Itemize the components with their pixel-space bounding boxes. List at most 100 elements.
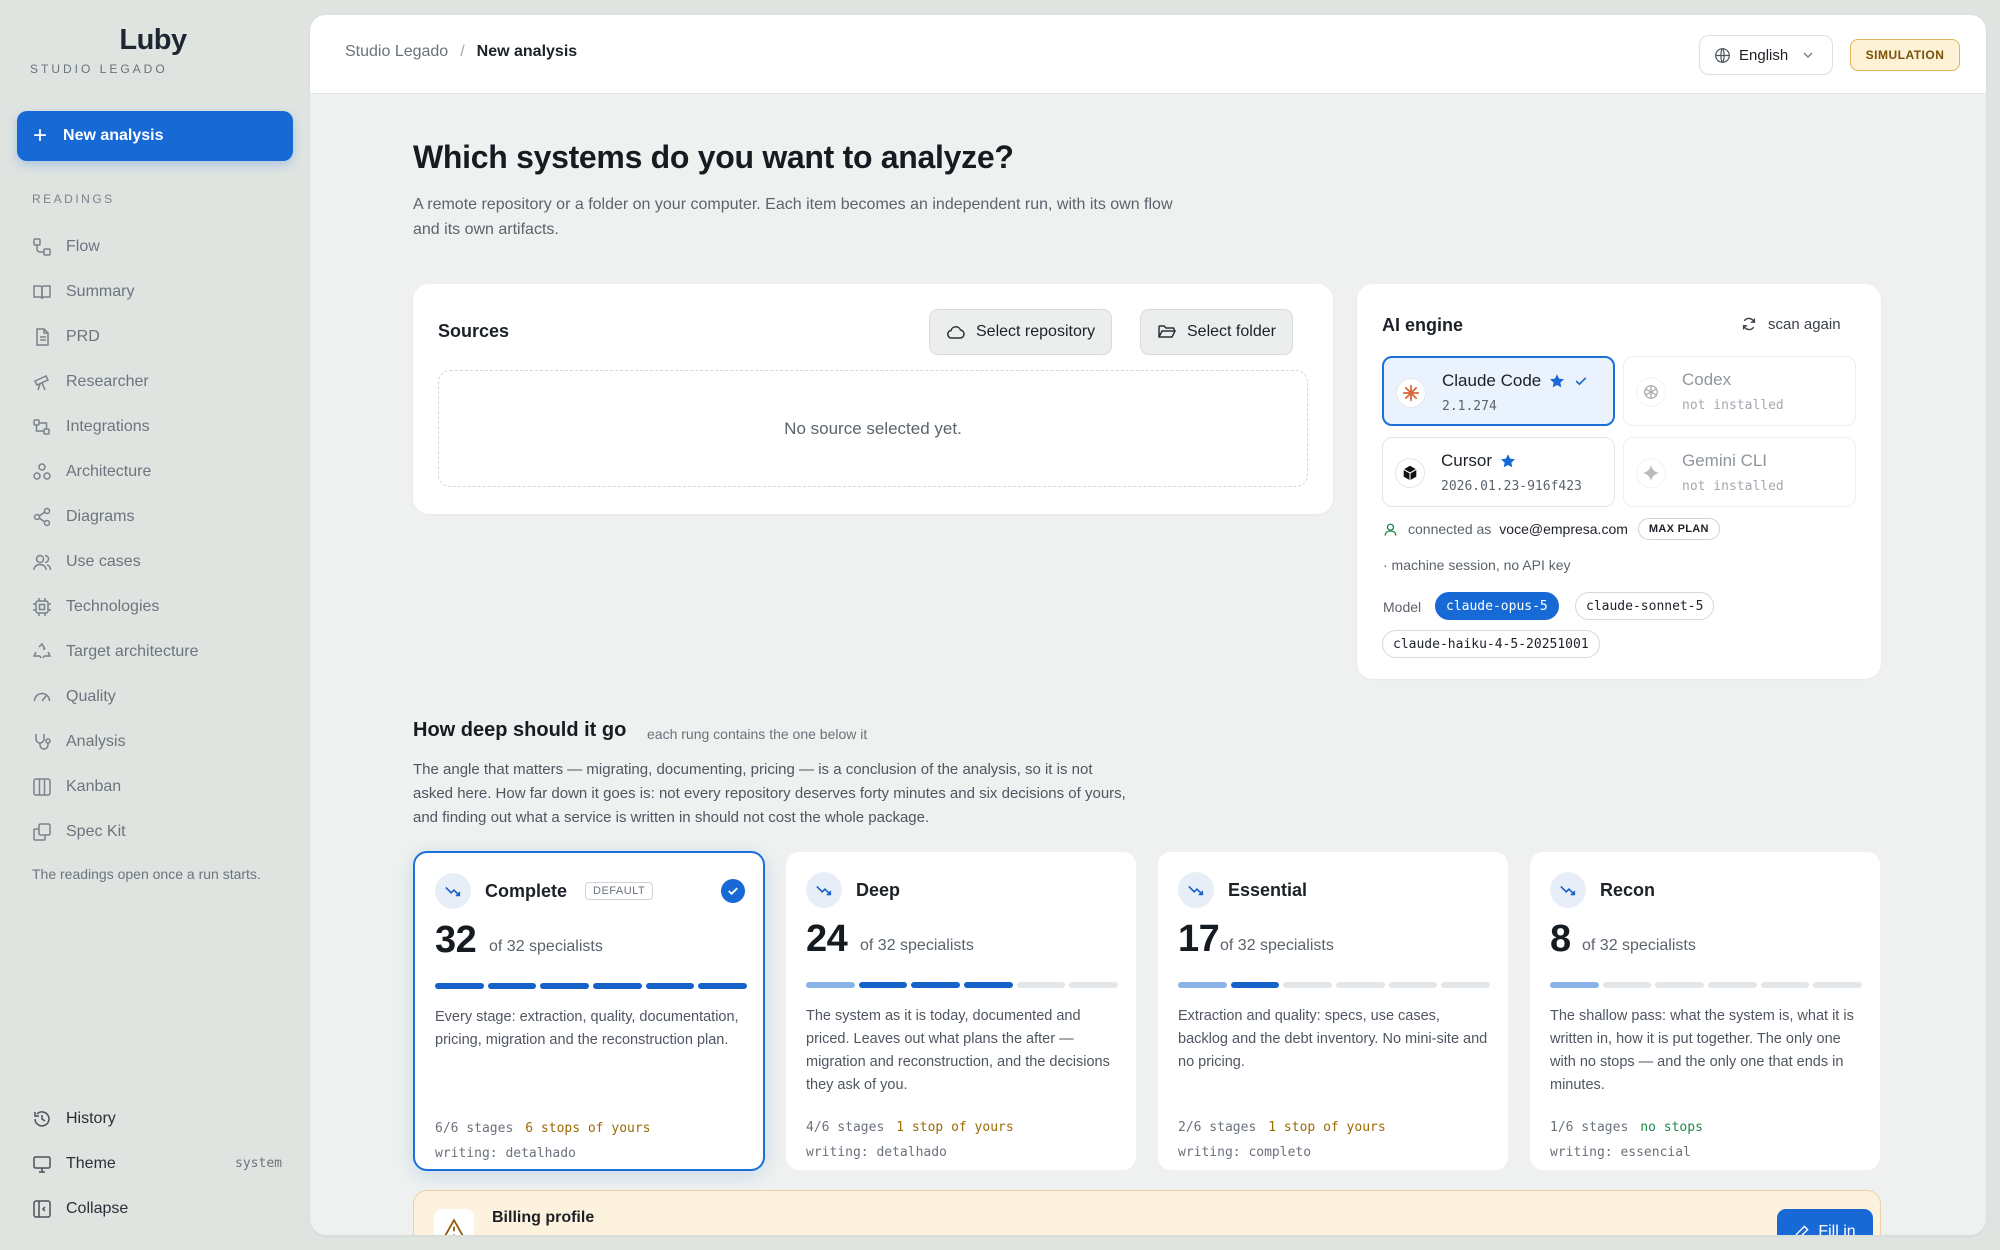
model-chip-claude-haiku[interactable]: claude-haiku-4-5-20251001 [1382,630,1600,658]
model-chip-claude-sonnet-5[interactable]: claude-sonnet-5 [1575,592,1715,620]
sidebar-item-label: Analysis [66,732,126,750]
writing-mode: writing: essencial [1550,1145,1691,1160]
logo[interactable]: Luby STUDIO LEGADO [30,24,276,76]
stethoscope-icon [35,733,51,750]
model-chip-claude-opus-5[interactable]: claude-opus-5 [1435,592,1559,620]
specialist-total: of 32 specialists [489,938,603,955]
specialist-count: 24 [806,918,848,960]
sidebar-item-quality[interactable]: Quality [32,674,292,719]
main-panel: Studio Legado / New analysis English SIM… [310,15,1986,1235]
sidebar-item-spec-kit[interactable]: Spec Kit [32,809,292,854]
document-icon [36,327,49,346]
sidebar-item-architecture[interactable]: Architecture [32,449,292,494]
pencil-icon [1796,1225,1809,1235]
engine-claude-code[interactable]: Claude Code 2.1.274 [1382,356,1615,426]
billing-title: Billing profile [492,1209,595,1226]
chip-icon [33,597,51,616]
sources-title: Sources [438,321,510,341]
engine-name-row: Claude Code [1442,371,1589,391]
claude-logo-icon [1396,378,1426,408]
sidebar-item-target-architecture[interactable]: Target architecture [32,629,292,674]
sidebar-item-theme[interactable]: Theme system [32,1141,282,1186]
language-select[interactable]: English [1699,35,1833,75]
folder-open-icon [1158,325,1177,338]
depth-bars [1550,982,1863,988]
trend-icon [1178,872,1214,908]
cloud-icon [947,326,965,339]
theme-label: Theme [66,1154,116,1172]
depth-meta: 2/6 stages 1 stop of yours [1178,1120,1386,1135]
select-repository-button[interactable]: Select repository [929,309,1113,355]
chevron-down-icon [1803,52,1813,59]
sidebar-item-label: Diagrams [66,507,135,525]
engine-cursor[interactable]: Cursor 2026.01.23-916f423 [1382,437,1615,507]
depth-desc: The system as it is today, documented an… [806,1008,1110,1093]
connection-status: connected as voce@empresa.com MAX PLAN [1383,518,1720,540]
sidebar-item-researcher[interactable]: Researcher [32,359,292,404]
sidebar-item-summary[interactable]: Summary [32,269,292,314]
new-analysis-button[interactable]: + New analysis [17,111,293,161]
plus-icon: + [33,122,48,149]
readings-note: The readings open once a run starts. [32,866,261,882]
breadcrumb-separator: / [460,43,465,60]
engine-name-row: Codex [1682,370,1731,390]
sidebar-item-label: Integrations [66,417,150,435]
sidebar-item-integrations[interactable]: Integrations [32,404,292,449]
depth-option-essential[interactable]: Essential 17 of 32 specialists Extractio… [1157,851,1509,1171]
depth-option-complete[interactable]: Complete DEFAULT 32 of 32 specialists Ev… [413,851,765,1171]
warning-icon [434,1209,474,1235]
sidebar-item-prd[interactable]: PRD [32,314,292,359]
depth-note: each rung contains the one below it [647,726,868,742]
sidebar-item-kanban[interactable]: Kanban [32,764,292,809]
sidebar-item-collapse[interactable]: Collapse [32,1186,282,1231]
page-title: Which systems do you want to analyze? [413,139,1014,175]
sidebar-item-flow[interactable]: Flow [32,224,292,269]
engine-name: Gemini CLI [1682,451,1768,470]
breadcrumb: Studio Legado / New analysis [345,43,577,61]
engine-version: not installed [1682,398,1784,413]
kanban-icon [33,777,51,796]
depth-meta: 1/6 stages no stops [1550,1120,1703,1135]
sidebar-item-label: PRD [66,327,100,345]
globe-icon [1715,47,1730,63]
engine-name: Cursor [1441,451,1493,470]
engine-name-row: Gemini CLI [1682,451,1767,471]
check-icon [1575,377,1587,386]
sidebar: Luby STUDIO LEGADO + New analysis READIN… [0,0,310,1250]
select-folder-button[interactable]: Select folder [1140,309,1293,355]
sidebar-item-use-cases[interactable]: Use cases [32,539,292,584]
sources-dropzone[interactable]: No source selected yet. [438,370,1308,487]
user-icon [1384,523,1397,536]
depth-name: Complete [485,881,568,901]
stops-count: 1 stop of yours [1268,1120,1386,1135]
sidebar-item-technologies[interactable]: Technologies [32,584,292,629]
plan-badge: MAX PLAN [1637,518,1720,540]
depth-option-recon[interactable]: Recon 8 of 32 specialists The shallow pa… [1529,851,1881,1171]
architecture-icon [33,462,51,480]
scan-again-button[interactable]: scan again [1740,315,1841,333]
depth-option-deep[interactable]: Deep 24 of 32 specialists The system as … [785,851,1137,1171]
stages-count: 4/6 stages [806,1120,885,1135]
telescope-icon [33,374,50,390]
sidebar-item-diagrams[interactable]: Diagrams [32,494,292,539]
stages-count: 1/6 stages [1550,1120,1629,1135]
sidebar-bottom-nav: History Theme system Collapse [32,1096,282,1231]
engine-gemini-cli[interactable]: Gemini CLI not installed [1623,437,1856,507]
stages-count: 2/6 stages [1178,1120,1257,1135]
stages-count: 6/6 stages [435,1121,514,1136]
breadcrumb-root[interactable]: Studio Legado [345,43,448,61]
engine-name: Claude Code [1442,371,1542,390]
specialist-total: of 32 specialists [1220,937,1334,954]
stops-count: 6 stops of yours [525,1121,651,1136]
sidebar-item-label: Spec Kit [66,822,126,840]
ai-engine-card: AI engine scan again Claude Code 2.1.274… [1357,284,1881,679]
engine-codex[interactable]: Codex not installed [1623,356,1856,426]
fill-in-button[interactable]: Fill in [1777,1209,1873,1235]
sidebar-item-analysis[interactable]: Analysis [32,719,292,764]
history-label: History [66,1109,116,1127]
selected-check-icon [721,879,745,903]
depth-description: The angle that matters — migrating, docu… [413,761,1126,826]
sidebar-item-history[interactable]: History [32,1096,282,1141]
history-icon [34,1110,50,1127]
language-value: English [1739,46,1789,64]
